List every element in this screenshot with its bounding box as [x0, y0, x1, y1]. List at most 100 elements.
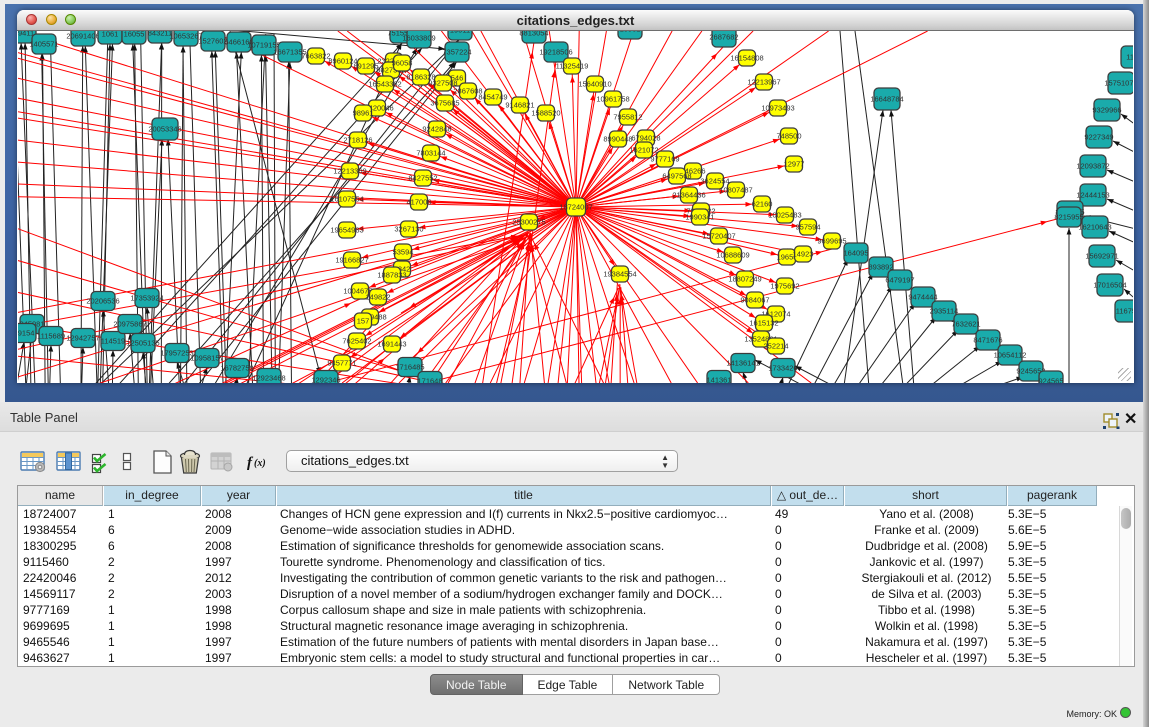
svg-text:6497568: 6497568	[662, 172, 691, 181]
svg-text:417006: 417006	[406, 198, 431, 207]
svg-text:14136141: 14136141	[726, 359, 759, 368]
svg-text:53594: 53594	[393, 248, 414, 257]
svg-text:141361: 141361	[706, 376, 731, 384]
svg-text:9457771: 9457771	[327, 359, 356, 368]
svg-text:12923468: 12923468	[252, 374, 285, 383]
svg-text:f: f	[247, 455, 254, 471]
svg-text:1115689: 1115689	[37, 332, 65, 341]
svg-text:12093872: 12093872	[1076, 162, 1109, 171]
svg-text:15692971: 15692971	[1085, 252, 1118, 261]
svg-text:10025483: 10025483	[768, 211, 801, 220]
svg-text:16543362: 16543362	[368, 80, 401, 89]
svg-text:62160: 62160	[752, 200, 773, 209]
svg-text:1292346: 1292346	[311, 376, 340, 384]
svg-text:164095: 164095	[843, 249, 868, 258]
svg-text:1061: 1061	[102, 31, 119, 39]
svg-text:9777169: 9777169	[650, 155, 679, 164]
svg-text:2687682: 2687682	[709, 33, 738, 42]
svg-text:149822: 149822	[365, 293, 390, 302]
svg-text:171648: 171648	[417, 377, 442, 384]
svg-text:10807487: 10807487	[719, 186, 752, 195]
svg-text:10973493: 10973493	[761, 104, 794, 113]
svg-text:1716485: 1716485	[395, 363, 424, 372]
svg-text:8454749: 8454749	[478, 93, 507, 102]
svg-text:3624554: 3624554	[700, 177, 729, 186]
svg-text:9474444: 9474444	[908, 293, 937, 302]
svg-text:12213369: 12213369	[333, 167, 366, 176]
svg-text:114519: 114519	[101, 337, 125, 346]
svg-text:(x): (x)	[254, 458, 266, 469]
svg-text:9329966: 9329966	[1092, 106, 1121, 115]
svg-text:9699695: 9699695	[817, 237, 846, 246]
svg-text:17957253: 17957253	[160, 349, 193, 358]
svg-text:10688609: 10688609	[716, 251, 749, 260]
svg-text:9242848: 9242848	[422, 125, 451, 134]
svg-text:7625402: 7625402	[342, 337, 371, 346]
svg-text:15751074: 15751074	[1104, 79, 1133, 88]
svg-text:2935114: 2935114	[930, 307, 959, 316]
svg-text:1588520: 1588520	[531, 109, 560, 118]
svg-text:16154808: 16154808	[730, 54, 763, 63]
svg-text:1405571: 1405571	[29, 40, 58, 49]
svg-text:12977: 12977	[784, 160, 805, 169]
svg-text:1112: 1112	[1126, 53, 1133, 62]
svg-text:12444153: 12444153	[1076, 191, 1109, 200]
svg-text:17016504: 17016504	[1093, 281, 1126, 290]
svg-text:7955812: 7955812	[613, 113, 642, 122]
svg-text:6794028: 6794028	[631, 134, 660, 143]
svg-text:1975692: 1975692	[770, 282, 799, 291]
svg-text:1990341: 1990341	[685, 213, 714, 222]
svg-text:19011: 19011	[450, 31, 470, 35]
svg-text:8471676: 8471676	[973, 336, 1002, 345]
svg-text:1887833: 1887833	[377, 271, 406, 280]
svg-text:16107554: 16107554	[330, 195, 363, 204]
svg-text:18724007: 18724007	[559, 203, 592, 212]
svg-text:8990448: 8990448	[603, 135, 632, 144]
svg-text:10961758: 10961758	[596, 95, 629, 104]
svg-text:18807249: 18807249	[728, 275, 761, 284]
svg-text:9227349: 9227349	[1084, 133, 1113, 142]
svg-text:116753: 116753	[1116, 307, 1133, 316]
svg-text:1615132: 1615132	[749, 319, 778, 328]
svg-text:891295: 891295	[353, 62, 378, 71]
svg-text:7357224: 7357224	[442, 48, 471, 57]
svg-text:1733426: 1733426	[768, 364, 797, 373]
svg-text:8215955: 8215955	[1054, 213, 1083, 222]
svg-text:252214: 252214	[763, 342, 788, 351]
svg-text:15720407: 15720407	[702, 232, 735, 241]
svg-text:39154: 39154	[18, 329, 34, 338]
svg-text:11325419: 11325419	[556, 62, 589, 71]
svg-text:19218506: 19218506	[539, 48, 572, 57]
svg-text:20206536: 20206536	[86, 297, 119, 306]
svg-text:2718126: 2718126	[343, 136, 372, 145]
svg-text:924565: 924565	[1038, 377, 1063, 384]
svg-text:157: 157	[357, 317, 370, 326]
svg-text:12505135: 12505135	[126, 339, 159, 348]
svg-text:1527602: 1527602	[198, 37, 227, 46]
svg-text:96058: 96058	[392, 59, 413, 68]
svg-text:3675685: 3675685	[430, 99, 459, 108]
svg-text:19654983: 19654983	[330, 226, 363, 235]
svg-text:12213967: 12213967	[747, 78, 780, 87]
svg-text:17353924: 17353924	[130, 294, 163, 303]
svg-text:16210643: 16210643	[1078, 223, 1111, 232]
svg-text:7663822: 7663822	[301, 52, 330, 61]
svg-text:15640910: 15640910	[578, 80, 611, 89]
svg-text:10961: 10961	[620, 31, 641, 34]
svg-text:16782759: 16782759	[220, 364, 253, 373]
svg-text:1691443: 1691443	[377, 340, 406, 349]
svg-text:748500: 748500	[776, 132, 801, 141]
svg-text:98961: 98961	[353, 109, 374, 118]
svg-text:8813054: 8813054	[519, 31, 548, 38]
svg-text:9084067: 9084067	[740, 296, 769, 305]
svg-text:7803144: 7803144	[416, 149, 445, 158]
svg-text:957594: 957594	[795, 223, 820, 232]
svg-text:14923: 14923	[793, 250, 814, 259]
svg-text:20053346: 20053346	[148, 125, 181, 134]
svg-text:20691406: 20691406	[66, 32, 99, 41]
svg-text:16055: 16055	[124, 31, 145, 39]
svg-text:25300275: 25300275	[512, 218, 545, 227]
svg-text:20975867: 20975867	[113, 320, 146, 329]
svg-text:19166827: 19166827	[335, 256, 368, 265]
svg-text:21364436: 21364436	[672, 191, 705, 200]
